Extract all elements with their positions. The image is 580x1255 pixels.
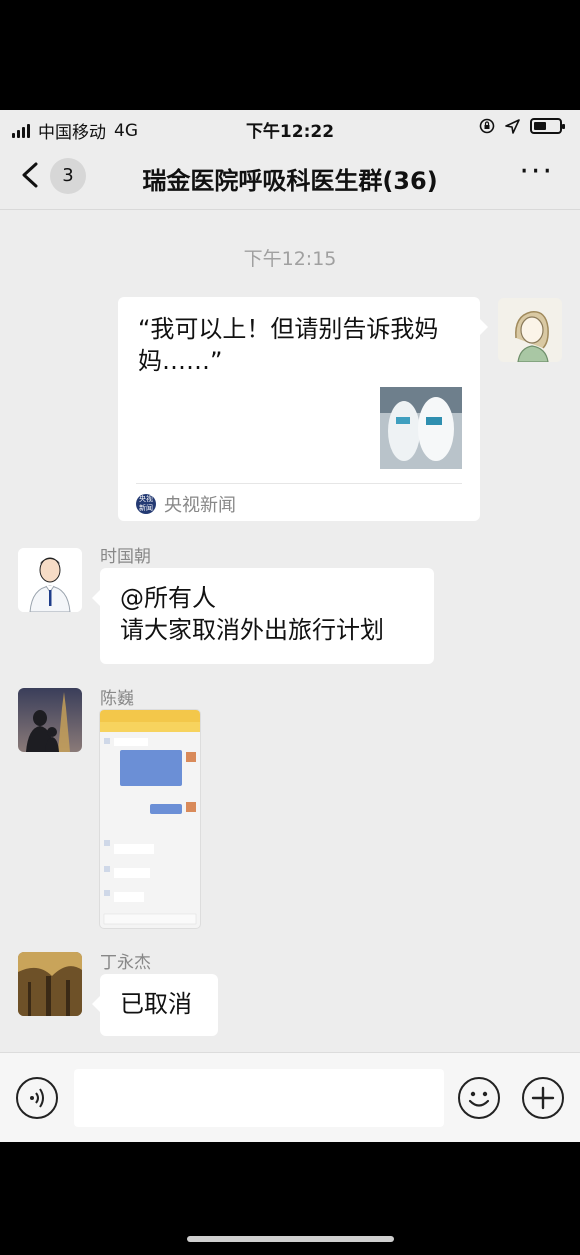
sender-name: 陈巍	[100, 689, 134, 709]
home-indicator[interactable]	[187, 1236, 394, 1242]
sender-avatar[interactable]	[18, 952, 82, 1016]
screenshot-status	[100, 710, 200, 722]
shared-article-card[interactable]: “我可以上！但请别告诉我妈妈……” 央视 新闻 央视新闻	[118, 297, 488, 521]
message-timestamp: 下午12:15	[243, 248, 337, 270]
location-icon	[505, 118, 520, 134]
more-icon[interactable]: ···	[519, 154, 554, 189]
sender-avatar[interactable]	[18, 688, 82, 752]
screenshot-chat-content	[103, 738, 197, 925]
chat-title: 瑞金医院呼吸科医生群(36)	[142, 167, 438, 195]
screenshot-image[interactable]	[100, 710, 200, 928]
cctv-news-icon: 央视 新闻	[136, 494, 156, 514]
screenshot-header	[100, 722, 200, 732]
message-input[interactable]	[74, 1069, 444, 1127]
add-icon[interactable]	[522, 1077, 564, 1119]
article-thumbnail	[380, 387, 462, 469]
sender-name: 丁永杰	[100, 953, 151, 973]
lock-rotation-icon	[479, 118, 495, 134]
message-text: @所有人 请大家取消外出旅行计划	[120, 584, 384, 644]
navigation-bar: 3 瑞金医院呼吸科医生群(36) ···	[0, 146, 580, 210]
voice-icon[interactable]	[16, 1077, 58, 1119]
emoji-icon[interactable]	[458, 1077, 500, 1119]
message-bubble[interactable]: 已取消	[92, 974, 218, 1036]
battery-icon	[530, 118, 565, 134]
sender-avatar[interactable]	[18, 548, 82, 612]
article-title: “我可以上！但请别告诉我妈妈……”	[138, 315, 439, 375]
source-label: 央视新闻	[164, 495, 236, 516]
input-bar	[0, 1052, 580, 1142]
self-avatar[interactable]	[498, 298, 562, 362]
chat-screen: 中国移动 4G 下午12:22 3 瑞金医院呼吸科医生群(36) ··· 下午1…	[0, 110, 580, 1142]
message-text: 已取消	[120, 990, 192, 1018]
message-bubble[interactable]: @所有人 请大家取消外出旅行计划	[92, 568, 434, 664]
sender-name: 时国朝	[100, 547, 151, 567]
status-bar: 中国移动 4G 下午12:22	[0, 110, 580, 146]
card-divider	[136, 483, 462, 484]
article-source: 央视 新闻 央视新闻	[136, 491, 236, 517]
